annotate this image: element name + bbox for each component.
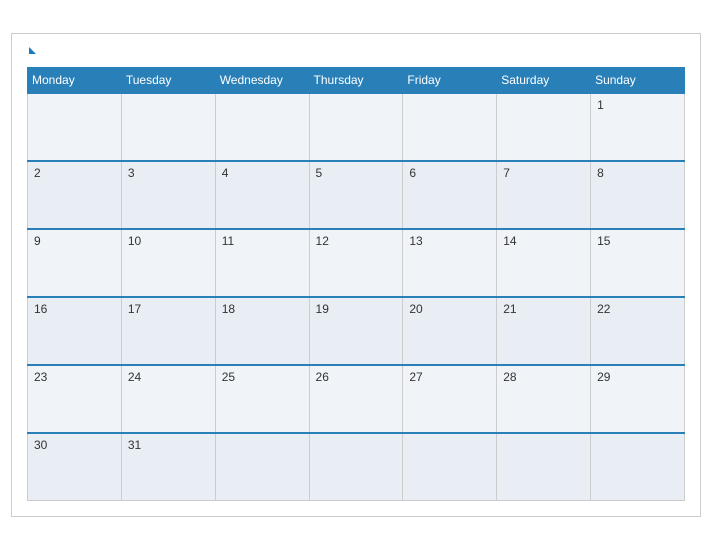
day-number: 26	[316, 370, 329, 384]
calendar-cell: 18	[215, 297, 309, 365]
calendar-cell	[121, 93, 215, 161]
calendar-cell	[309, 433, 403, 501]
calendar-container: MondayTuesdayWednesdayThursdayFridaySatu…	[11, 33, 701, 518]
calendar-grid: MondayTuesdayWednesdayThursdayFridaySatu…	[27, 67, 685, 502]
day-number: 21	[503, 302, 516, 316]
calendar-cell: 21	[497, 297, 591, 365]
logo-triangle-icon	[29, 47, 36, 54]
calendar-week-row: 9 10 11 12 13 14 15	[28, 229, 685, 297]
day-number: 17	[128, 302, 141, 316]
day-number: 19	[316, 302, 329, 316]
day-number: 8	[597, 166, 604, 180]
weekday-header-friday: Friday	[403, 67, 497, 93]
calendar-cell	[497, 433, 591, 501]
day-number: 28	[503, 370, 516, 384]
calendar-cell	[591, 433, 685, 501]
calendar-cell: 30	[28, 433, 122, 501]
day-number: 30	[34, 438, 47, 452]
calendar-cell: 23	[28, 365, 122, 433]
calendar-cell: 11	[215, 229, 309, 297]
calendar-cell	[403, 433, 497, 501]
day-number: 18	[222, 302, 235, 316]
day-number: 16	[34, 302, 47, 316]
calendar-cell: 20	[403, 297, 497, 365]
calendar-cell: 9	[28, 229, 122, 297]
day-number: 3	[128, 166, 135, 180]
day-number: 7	[503, 166, 510, 180]
calendar-week-row: 2 3 4 5 6 7 8	[28, 161, 685, 229]
weekday-header-saturday: Saturday	[497, 67, 591, 93]
calendar-cell: 7	[497, 161, 591, 229]
calendar-cell: 3	[121, 161, 215, 229]
calendar-week-row: 30 31	[28, 433, 685, 501]
day-number: 5	[316, 166, 323, 180]
calendar-cell: 27	[403, 365, 497, 433]
calendar-cell: 19	[309, 297, 403, 365]
calendar-cell: 31	[121, 433, 215, 501]
day-number: 13	[409, 234, 422, 248]
logo	[27, 48, 36, 55]
calendar-cell	[403, 93, 497, 161]
calendar-week-row: 23 24 25 26 27 28 29	[28, 365, 685, 433]
day-number: 10	[128, 234, 141, 248]
day-number: 31	[128, 438, 141, 452]
calendar-cell: 12	[309, 229, 403, 297]
calendar-cell	[215, 93, 309, 161]
calendar-cell: 13	[403, 229, 497, 297]
day-number: 25	[222, 370, 235, 384]
day-number: 22	[597, 302, 610, 316]
calendar-cell: 10	[121, 229, 215, 297]
calendar-week-row: 1	[28, 93, 685, 161]
day-number: 9	[34, 234, 41, 248]
day-number: 27	[409, 370, 422, 384]
day-number: 23	[34, 370, 47, 384]
day-number: 11	[222, 234, 234, 248]
day-number: 1	[597, 98, 604, 112]
day-number: 2	[34, 166, 41, 180]
weekday-header-monday: Monday	[28, 67, 122, 93]
calendar-cell	[28, 93, 122, 161]
calendar-cell	[215, 433, 309, 501]
day-number: 14	[503, 234, 516, 248]
calendar-cell: 8	[591, 161, 685, 229]
calendar-cell	[497, 93, 591, 161]
day-number: 29	[597, 370, 610, 384]
weekday-header-sunday: Sunday	[591, 67, 685, 93]
day-number: 15	[597, 234, 610, 248]
calendar-header	[27, 44, 685, 59]
calendar-cell: 24	[121, 365, 215, 433]
calendar-cell: 14	[497, 229, 591, 297]
day-number: 20	[409, 302, 422, 316]
calendar-cell: 25	[215, 365, 309, 433]
calendar-cell: 5	[309, 161, 403, 229]
calendar-cell: 1	[591, 93, 685, 161]
calendar-cell: 22	[591, 297, 685, 365]
calendar-cell: 16	[28, 297, 122, 365]
calendar-cell: 26	[309, 365, 403, 433]
day-number: 24	[128, 370, 141, 384]
day-number: 4	[222, 166, 229, 180]
calendar-cell: 28	[497, 365, 591, 433]
weekday-header-thursday: Thursday	[309, 67, 403, 93]
day-number: 6	[409, 166, 416, 180]
calendar-cell: 29	[591, 365, 685, 433]
calendar-cell: 4	[215, 161, 309, 229]
calendar-cell: 15	[591, 229, 685, 297]
calendar-cell: 17	[121, 297, 215, 365]
calendar-week-row: 16 17 18 19 20 21 22	[28, 297, 685, 365]
calendar-cell: 2	[28, 161, 122, 229]
weekday-header-row: MondayTuesdayWednesdayThursdayFridaySatu…	[28, 67, 685, 93]
weekday-header-wednesday: Wednesday	[215, 67, 309, 93]
weekday-header-tuesday: Tuesday	[121, 67, 215, 93]
calendar-cell	[309, 93, 403, 161]
day-number: 12	[316, 234, 329, 248]
calendar-cell: 6	[403, 161, 497, 229]
